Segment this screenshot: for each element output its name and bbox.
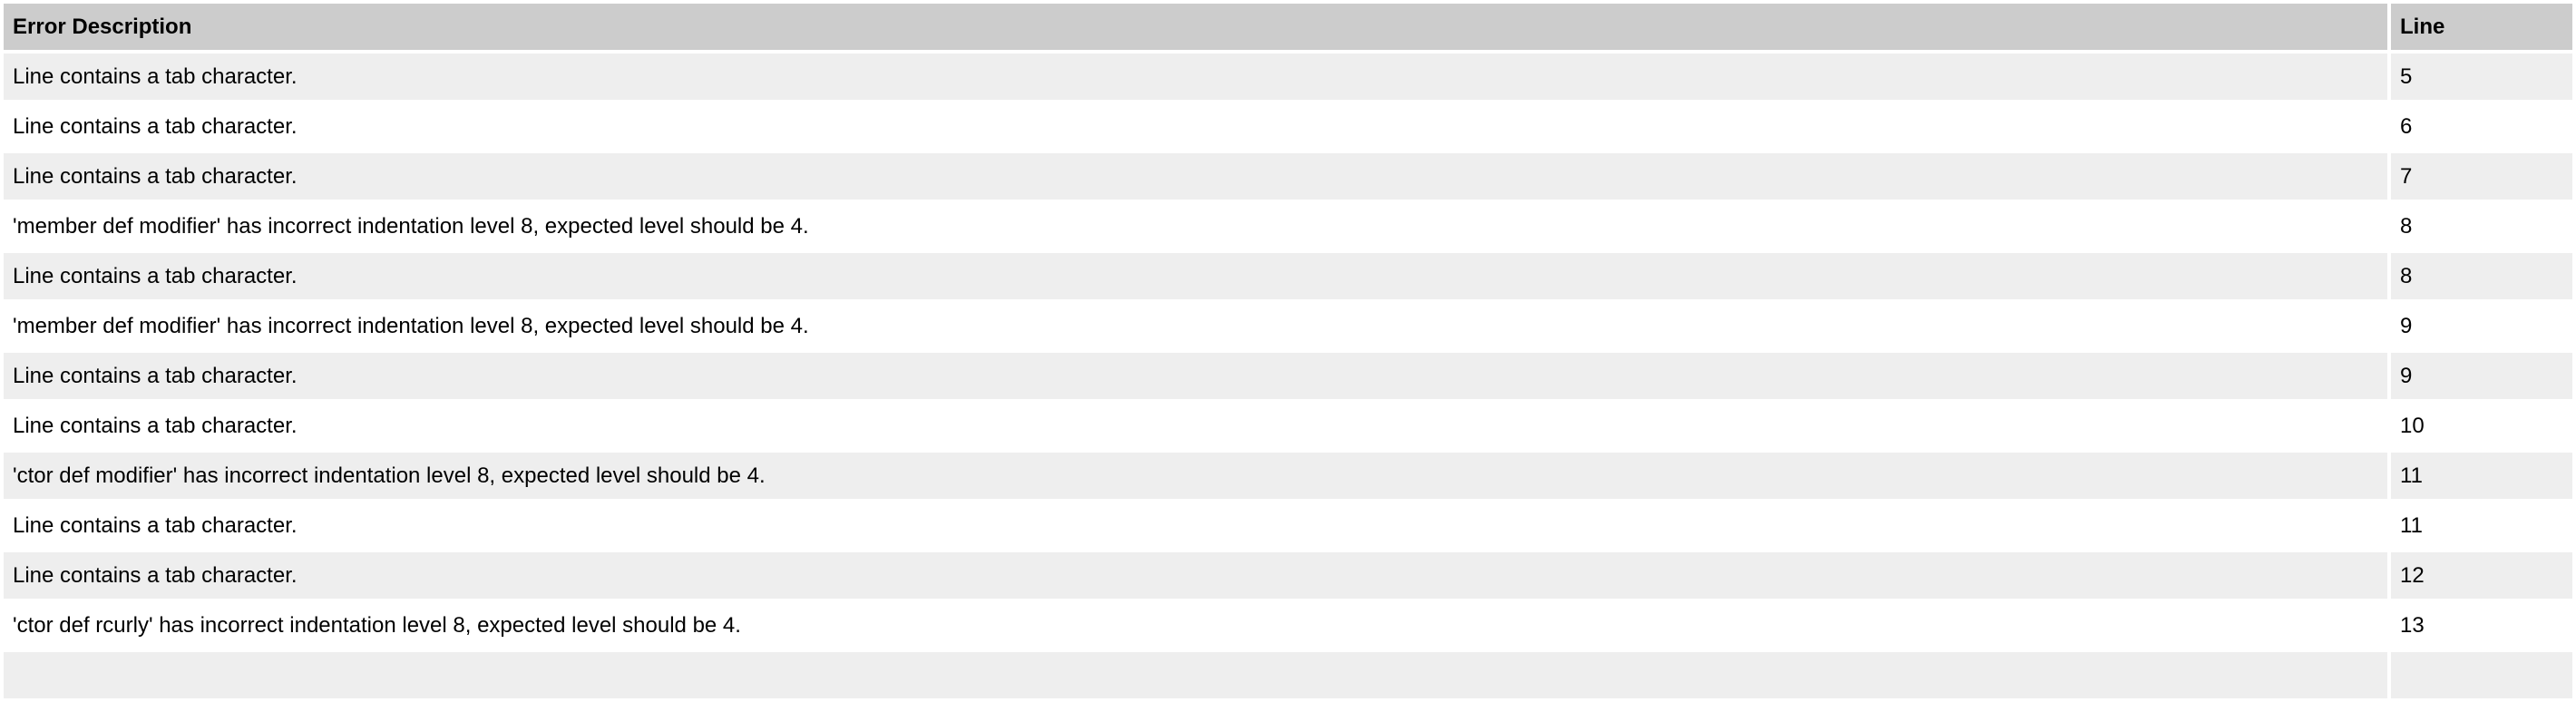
error-description-cell: Line contains a tab character. <box>4 502 2387 549</box>
line-number-cell: 11 <box>2391 502 2572 549</box>
table-row: Line contains a tab character. 5 <box>4 54 2572 100</box>
error-description-cell: 'ctor def modifier' has incorrect indent… <box>4 453 2387 499</box>
error-table: Error Description Line Line contains a t… <box>0 0 2576 702</box>
table-row: Line contains a tab character. 12 <box>4 552 2572 599</box>
error-description-cell: Line contains a tab character. <box>4 253 2387 299</box>
line-number-cell: 8 <box>2391 203 2572 249</box>
table-header-row: Error Description Line <box>4 4 2572 50</box>
error-description-cell: Line contains a tab character. <box>4 552 2387 599</box>
error-description-cell: Line contains a tab character. <box>4 153 2387 200</box>
error-description-cell: Line contains a tab character. <box>4 403 2387 449</box>
table-row: Line contains a tab character. 6 <box>4 103 2572 150</box>
table-row: Line contains a tab character. 7 <box>4 153 2572 200</box>
line-number-cell: 10 <box>2391 403 2572 449</box>
line-number-cell: 9 <box>2391 353 2572 399</box>
table-row: 'member def modifier' has incorrect inde… <box>4 303 2572 349</box>
table-row: 'ctor def modifier' has incorrect indent… <box>4 453 2572 499</box>
table-row: Line contains a tab character. 10 <box>4 403 2572 449</box>
line-number-cell: 5 <box>2391 54 2572 100</box>
line-number-cell <box>2391 652 2572 698</box>
table-row: 'ctor def rcurly' has incorrect indentat… <box>4 602 2572 648</box>
line-number-cell: 11 <box>2391 453 2572 499</box>
error-description-cell: 'member def modifier' has incorrect inde… <box>4 203 2387 249</box>
error-description-cell: Line contains a tab character. <box>4 54 2387 100</box>
table-row: Line contains a tab character. 11 <box>4 502 2572 549</box>
error-description-cell: Line contains a tab character. <box>4 103 2387 150</box>
column-header-error-description[interactable]: Error Description <box>4 4 2387 50</box>
line-number-cell: 12 <box>2391 552 2572 599</box>
table-row: Line contains a tab character. 9 <box>4 353 2572 399</box>
column-header-line[interactable]: Line <box>2391 4 2572 50</box>
line-number-cell: 8 <box>2391 253 2572 299</box>
table-row <box>4 652 2572 698</box>
error-description-cell <box>4 652 2387 698</box>
error-description-cell: 'ctor def rcurly' has incorrect indentat… <box>4 602 2387 648</box>
line-number-cell: 9 <box>2391 303 2572 349</box>
line-number-cell: 6 <box>2391 103 2572 150</box>
error-description-cell: 'member def modifier' has incorrect inde… <box>4 303 2387 349</box>
line-number-cell: 13 <box>2391 602 2572 648</box>
error-description-cell: Line contains a tab character. <box>4 353 2387 399</box>
table-row: Line contains a tab character. 8 <box>4 253 2572 299</box>
line-number-cell: 7 <box>2391 153 2572 200</box>
table-row: 'member def modifier' has incorrect inde… <box>4 203 2572 249</box>
